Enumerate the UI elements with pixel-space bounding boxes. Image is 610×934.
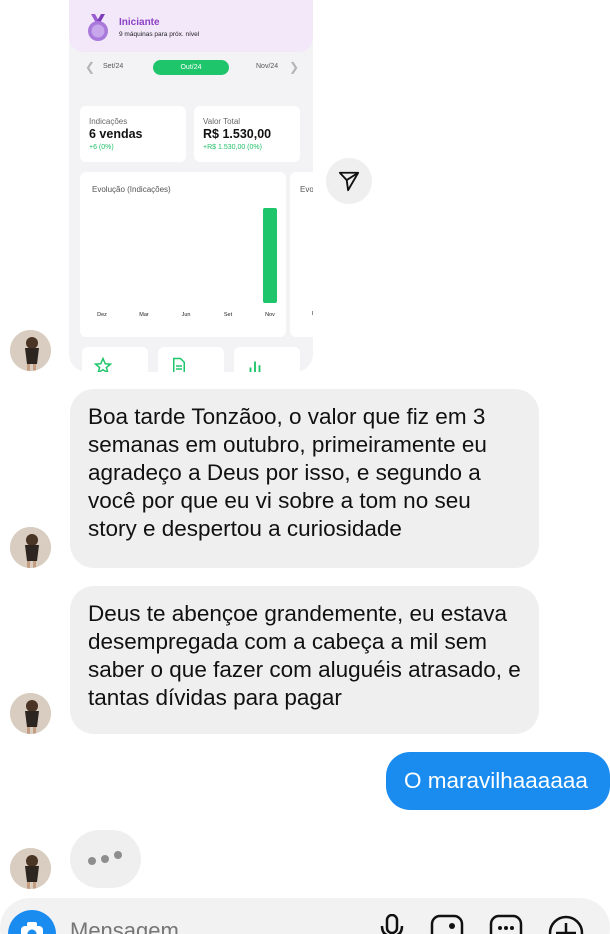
message-text: Boa tarde Tonzãoo, o valor que fiz em 3 … — [88, 404, 487, 541]
message-bubble-incoming[interactable]: Deus te abençoe grandemente, eu estava d… — [70, 586, 539, 734]
stat-change: +6 (0%) — [89, 144, 114, 151]
medal-icon — [88, 14, 108, 41]
document-icon — [173, 357, 185, 372]
message-input[interactable] — [70, 918, 330, 934]
chart-tick-label: Jun — [182, 312, 191, 318]
message-text: O maravilhaaaaaa — [404, 768, 588, 793]
share-button[interactable] — [326, 158, 372, 204]
chart-tick-label: Dez — [97, 312, 107, 318]
stat-value: R$ 1.530,00 — [203, 127, 272, 141]
chevron-right-icon[interactable]: ❯ — [289, 60, 299, 74]
stat-value: 6 vendas — [89, 127, 143, 141]
month-current[interactable]: Out/24 — [153, 60, 229, 75]
chart-shortcut[interactable] — [234, 347, 300, 372]
message-bubble-outgoing[interactable]: O maravilhaaaaaa — [386, 752, 610, 810]
stat-change: +R$ 1.530,00 (0%) — [203, 144, 262, 151]
avatar[interactable] — [10, 848, 51, 889]
level-title: Iniciante — [119, 17, 160, 28]
chart-tick-label: Nov — [265, 312, 275, 318]
star-icon — [94, 357, 112, 372]
camera-icon — [21, 922, 43, 934]
bar-chart-icon — [249, 361, 261, 372]
document-shortcut[interactable] — [158, 347, 224, 372]
chart-title-partial: Evo — [300, 185, 313, 194]
avatar[interactable] — [10, 693, 51, 734]
level-banner: Iniciante 9 máquinas para próx. nível — [69, 0, 313, 52]
stat-card-total-value: Valor Total R$ 1.530,00 +R$ 1.530,00 (0%… — [194, 106, 300, 162]
level-subtitle: 9 máquinas para próx. nível — [119, 31, 200, 38]
star-shortcut[interactable] — [82, 347, 148, 372]
message-text: Deus te abençoe grandemente, eu estava d… — [88, 601, 521, 710]
chart-tick-label: Mar — [139, 312, 149, 318]
typing-indicator — [70, 830, 141, 888]
add-icon[interactable] — [548, 914, 584, 934]
chart-bar — [263, 208, 277, 303]
stat-label: Indicações — [89, 117, 128, 126]
avatar[interactable] — [10, 527, 51, 568]
evolution-chart-card-partial: Evo D — [290, 172, 313, 337]
chevron-left-icon[interactable]: ❮ — [85, 60, 95, 74]
month-prev[interactable]: Set/24 — [103, 63, 123, 70]
evolution-bar-chart: Dez Mar Jun Set Nov — [97, 208, 277, 318]
shared-screenshot[interactable]: Iniciante 9 máquinas para próx. nível ❮ … — [69, 0, 313, 372]
microphone-icon[interactable] — [378, 914, 406, 934]
month-next[interactable]: Nov/24 — [256, 63, 278, 70]
chart-tick-partial: D — [312, 311, 313, 317]
stat-label: Valor Total — [203, 117, 241, 126]
avatar[interactable] — [10, 330, 51, 371]
gallery-icon[interactable] — [430, 914, 464, 934]
month-selector: ❮ Set/24 Out/24 Nov/24 ❯ — [69, 56, 313, 78]
sticker-icon[interactable] — [489, 914, 523, 934]
evolution-chart-card: Evolução (Indicações) Dez Mar Jun Set Nov — [80, 172, 286, 337]
message-bubble-incoming[interactable]: Boa tarde Tonzãoo, o valor que fiz em 3 … — [70, 389, 539, 568]
stat-card-referrals: Indicações 6 vendas +6 (0%) — [80, 106, 186, 162]
chart-tick-label: Set — [224, 312, 233, 318]
send-icon — [338, 171, 360, 192]
